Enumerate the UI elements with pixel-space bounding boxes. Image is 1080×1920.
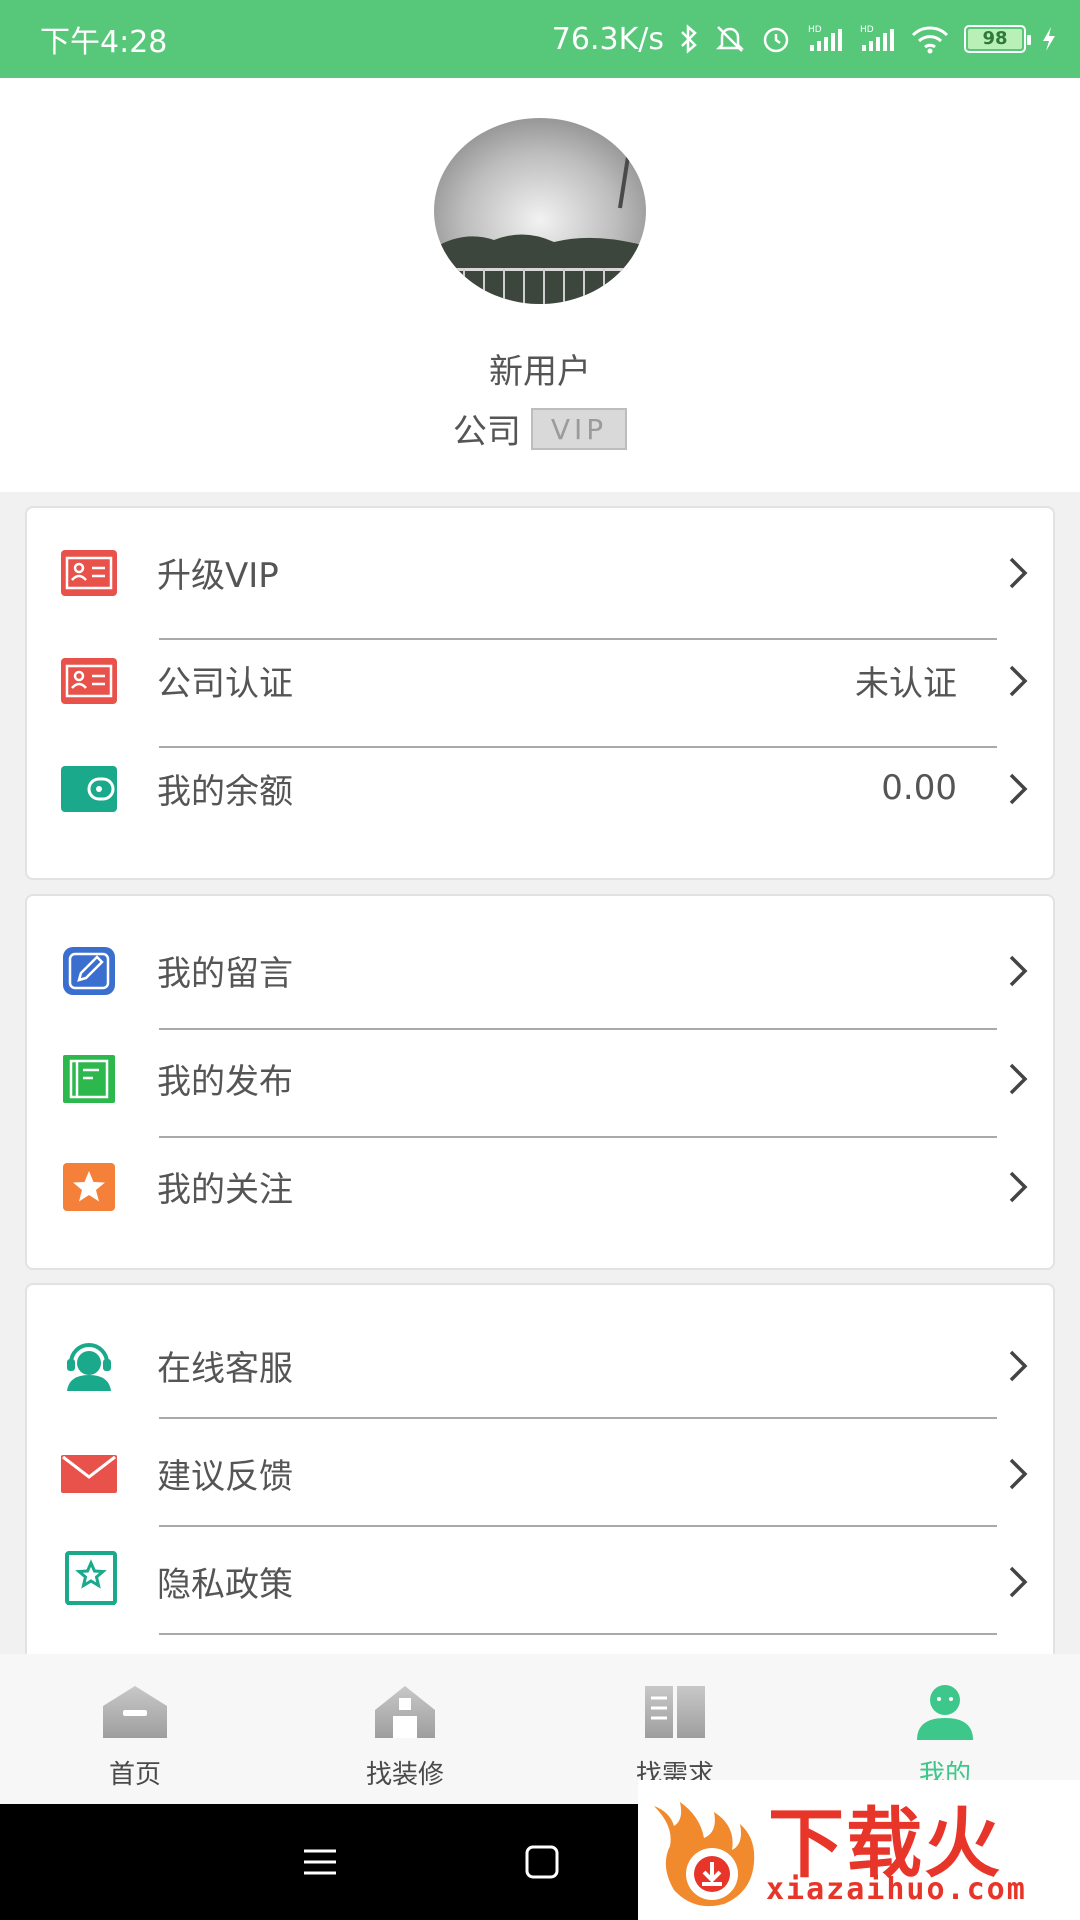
chevron-right-icon	[1007, 1349, 1029, 1383]
divider	[159, 1633, 997, 1635]
menu-group-account: 升级VIP 公司认证 未认证 我的余额 0.00	[25, 506, 1055, 880]
menu-item-customer-service[interactable]: 在线客服	[27, 1311, 1057, 1419]
edit-icon	[61, 946, 117, 996]
menu-item-messages[interactable]: 我的留言	[27, 916, 1057, 1024]
menu-item-label: 升级VIP	[157, 555, 279, 596]
menu-item-value: 0.00	[881, 768, 957, 808]
id-card-icon	[61, 656, 117, 706]
tab-home[interactable]: 首页	[0, 1654, 270, 1804]
net-speed: 76.3K/s	[551, 21, 664, 57]
notebook-icon	[61, 1054, 117, 1104]
company-line: 公司 VIP	[0, 404, 1080, 453]
status-bar: 下午4:28 76.3K/s HD HD 98	[0, 0, 1080, 78]
chevron-right-icon	[1007, 1062, 1029, 1096]
watermark-url: xiazaihuo.com	[766, 1872, 1027, 1907]
house-icon	[369, 1682, 441, 1742]
svg-text:HD: HD	[808, 25, 822, 35]
menu-item-publications[interactable]: 我的发布	[27, 1024, 1057, 1132]
chevron-right-icon	[1007, 772, 1029, 806]
wallet-icon	[61, 764, 117, 814]
charging-icon	[1040, 23, 1058, 55]
menu-item-label: 我的发布	[157, 1061, 293, 1102]
tab-label: 首页	[108, 1760, 161, 1790]
avatar[interactable]	[434, 118, 646, 304]
menu-item-upgrade-vip[interactable]: 升级VIP	[27, 518, 1057, 626]
chevron-right-icon	[1007, 1565, 1029, 1599]
menu-group-support: 在线客服 建议反馈 隐私政策	[25, 1283, 1055, 1663]
menu-item-company-auth[interactable]: 公司认证 未认证	[27, 626, 1057, 734]
chevron-right-icon	[1007, 664, 1029, 698]
profile-header: 新用户 公司 VIP	[0, 78, 1080, 492]
menu-item-label: 隐私政策	[157, 1564, 293, 1605]
company-label: 公司	[452, 412, 521, 452]
signal-hd-icon: HD	[806, 23, 844, 55]
menu-item-feedback[interactable]: 建议反馈	[27, 1419, 1057, 1527]
menu-item-label: 在线客服	[157, 1348, 293, 1389]
bluetooth-icon	[678, 23, 700, 55]
mute-bell-icon	[714, 23, 746, 55]
battery-icon: 98	[964, 25, 1031, 53]
home-square-icon[interactable]	[522, 1842, 562, 1886]
chevron-right-icon	[1007, 954, 1029, 988]
username: 新用户	[489, 352, 591, 392]
star-icon	[61, 1162, 117, 1212]
id-card-icon	[61, 548, 117, 598]
chevron-right-icon	[1007, 1170, 1029, 1204]
user-icon	[909, 1682, 981, 1742]
svg-text:HD: HD	[860, 25, 874, 35]
battery-level: 98	[968, 29, 1022, 49]
menu-item-label: 建议反馈	[157, 1456, 293, 1497]
book-icon	[639, 1682, 711, 1742]
alarm-icon	[760, 23, 792, 55]
menu-item-label: 我的余额	[157, 771, 293, 812]
chevron-right-icon	[1007, 1457, 1029, 1491]
tab-find-decoration[interactable]: 找装修	[270, 1654, 540, 1804]
mail-icon	[61, 1449, 117, 1499]
status-time: 下午4:28	[40, 25, 168, 60]
wifi-icon	[910, 23, 950, 55]
menu-item-privacy[interactable]: 隐私政策	[27, 1527, 1057, 1635]
privacy-book-icon	[61, 1551, 117, 1607]
menu-icon[interactable]	[300, 1842, 340, 1886]
customer-service-icon	[61, 1341, 117, 1391]
menu-item-balance[interactable]: 我的余额 0.00	[27, 734, 1057, 842]
tab-label: 找装修	[365, 1760, 444, 1790]
home-icon	[99, 1682, 171, 1742]
menu-item-label: 我的留言	[157, 953, 293, 994]
vip-badge: VIP	[530, 407, 628, 450]
menu-item-label: 我的关注	[157, 1169, 293, 1210]
menu-group-activity: 我的留言 我的发布 我的关注	[25, 894, 1055, 1270]
chevron-right-icon	[1007, 556, 1029, 590]
flame-logo-icon	[644, 1786, 764, 1920]
menu-item-follows[interactable]: 我的关注	[27, 1132, 1057, 1240]
watermark: 下载火 xiazaihuo.com	[638, 1780, 1080, 1920]
menu-item-value: 未认证	[855, 663, 957, 704]
menu-item-label: 公司认证	[157, 663, 293, 704]
signal-hd-icon-2: HD	[858, 23, 896, 55]
